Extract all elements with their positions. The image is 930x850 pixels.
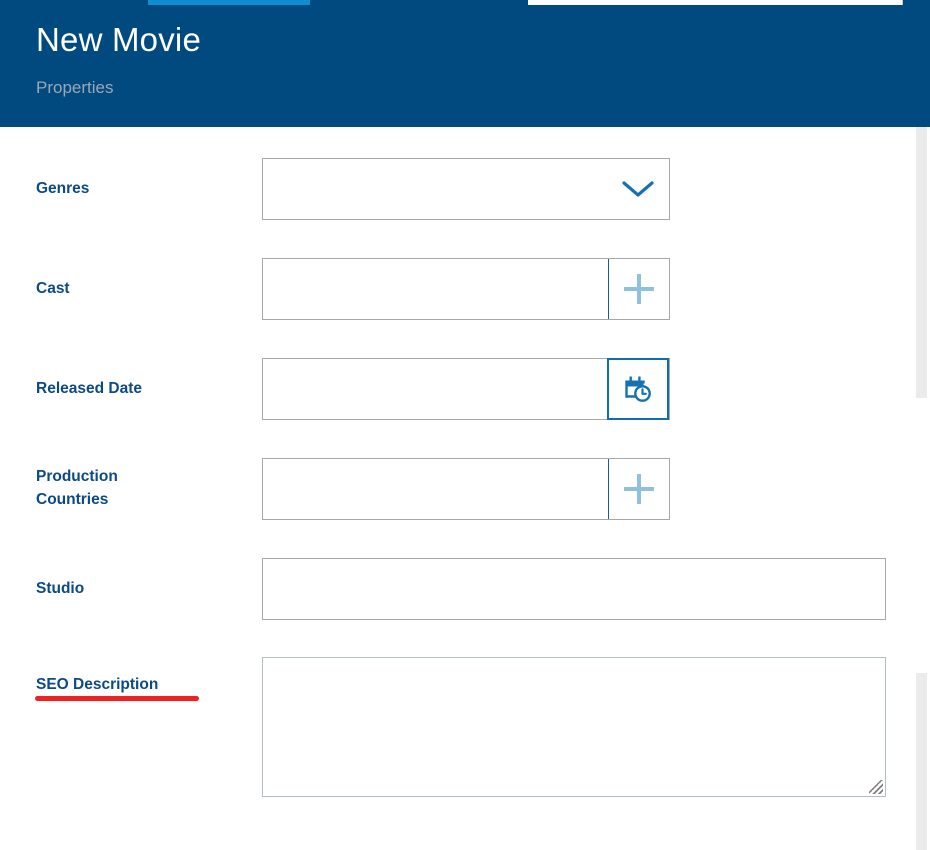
genres-select[interactable] xyxy=(262,158,670,220)
label-cast: Cast xyxy=(36,277,70,300)
tab-strip-white xyxy=(528,0,902,5)
chevron-down-icon[interactable] xyxy=(607,159,669,219)
genres-select-value[interactable] xyxy=(263,159,607,219)
scrollbar-thumb-segment[interactable] xyxy=(916,127,927,390)
tab-strip-active[interactable] xyxy=(148,0,310,5)
plus-icon xyxy=(624,474,654,504)
tab-strip-dark-right xyxy=(903,0,930,5)
properties-form: Genres Cast Released Date xyxy=(0,127,912,850)
annotation-underline-seo-description xyxy=(35,696,199,701)
label-production-countries: Production Countries xyxy=(36,465,118,511)
seo-description-textarea[interactable] xyxy=(262,657,886,797)
released-date-picker-button[interactable] xyxy=(607,358,669,420)
scrollbar-thumb-segment[interactable] xyxy=(916,673,927,850)
cast-add-button[interactable] xyxy=(608,259,669,319)
production-countries-add-button[interactable] xyxy=(608,459,669,519)
label-studio: Studio xyxy=(36,577,84,600)
label-genres: Genres xyxy=(36,177,89,200)
cast-input[interactable] xyxy=(263,259,608,319)
label-released-date: Released Date xyxy=(36,377,142,400)
page-header-right-fill xyxy=(912,5,930,127)
production-countries-field[interactable] xyxy=(262,458,670,520)
form-row-genres: Genres xyxy=(0,127,912,227)
resize-handle-icon[interactable] xyxy=(869,780,883,794)
cast-field[interactable] xyxy=(262,258,670,320)
form-row-production-countries: Production Countries xyxy=(0,427,912,527)
form-row-seo-description: SEO Description xyxy=(0,627,912,850)
label-seo-description: SEO Description xyxy=(36,673,158,696)
plus-icon xyxy=(624,274,654,304)
form-row-released-date: Released Date xyxy=(0,327,912,427)
tab-strip-dark-left xyxy=(0,0,148,5)
page-title: New Movie xyxy=(36,20,201,60)
form-row-cast: Cast xyxy=(0,227,912,327)
production-countries-input[interactable] xyxy=(263,459,608,519)
form-row-studio: Studio xyxy=(0,527,912,627)
page-header: New Movie Properties xyxy=(0,5,912,127)
tab-strip-dark-mid xyxy=(310,0,528,5)
studio-input[interactable] xyxy=(262,558,886,620)
window-top-strip xyxy=(0,0,930,5)
page-subtitle: Properties xyxy=(36,77,113,99)
vertical-scrollbar[interactable] xyxy=(912,127,930,850)
calendar-clock-icon xyxy=(623,374,653,404)
